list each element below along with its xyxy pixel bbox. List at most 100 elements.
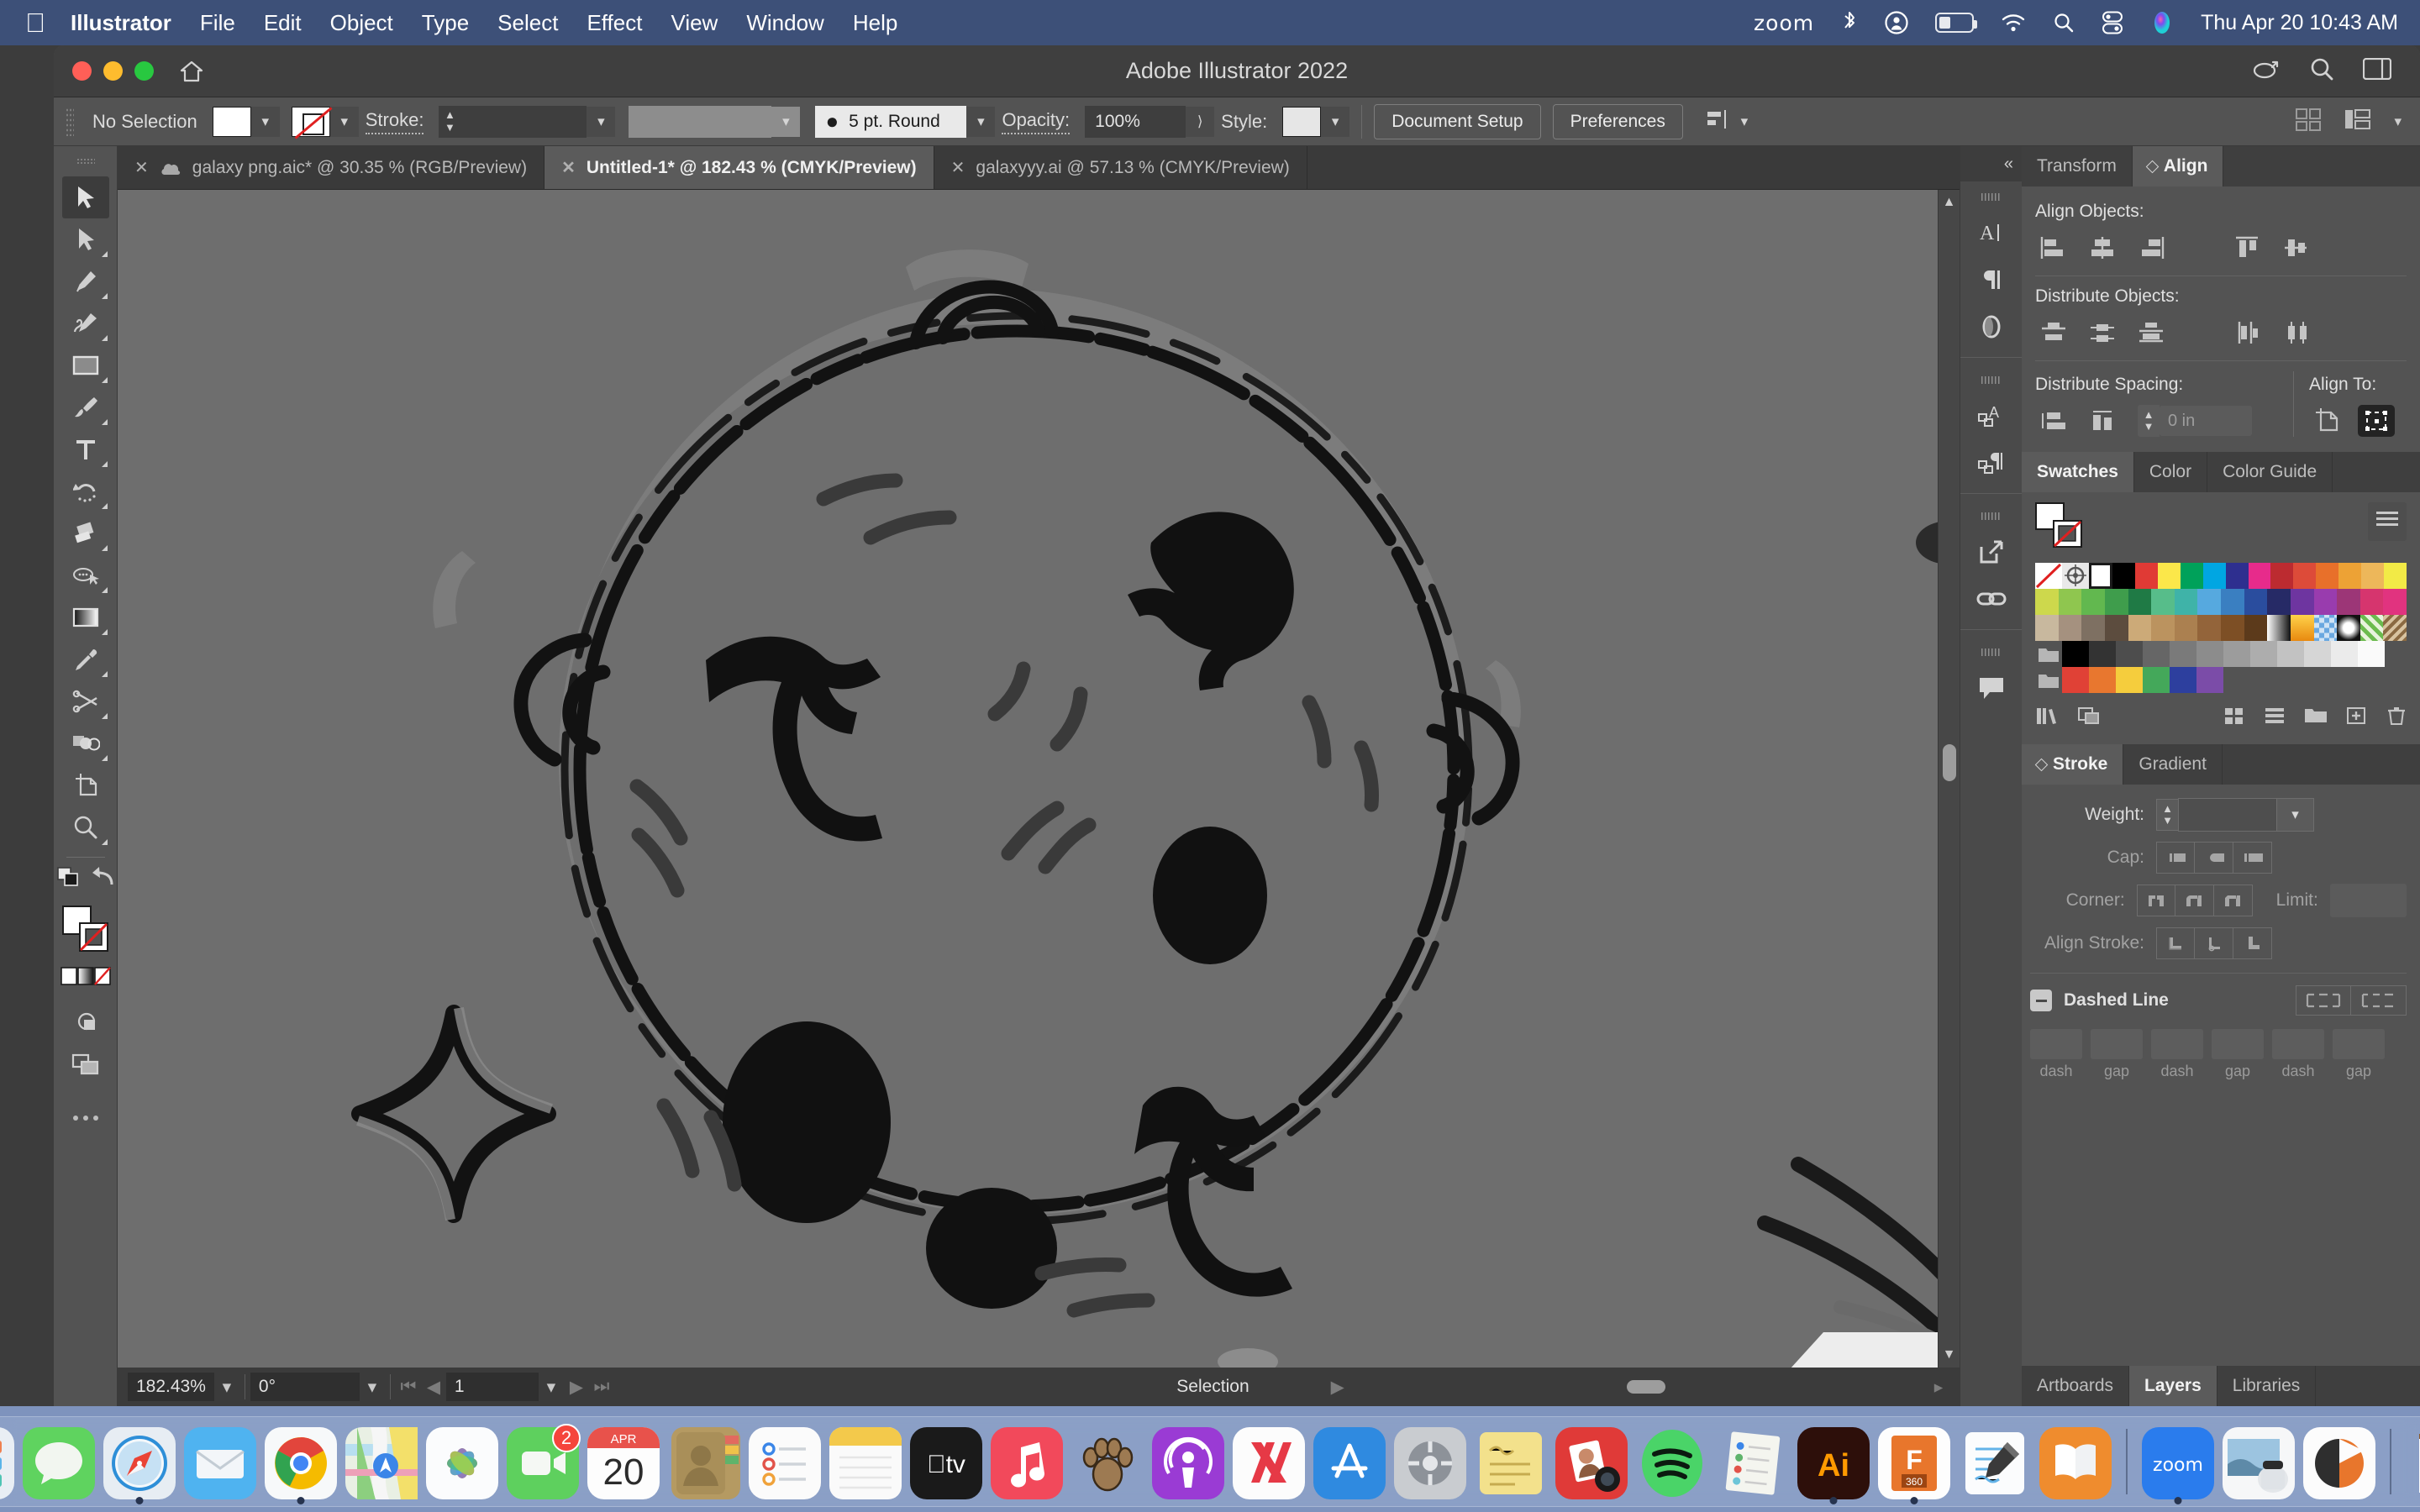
dock-item-appletv[interactable]: tv	[910, 1427, 982, 1499]
zoom-tool[interactable]	[62, 806, 109, 848]
dock-item-mail[interactable]	[184, 1427, 256, 1499]
swatch-color[interactable]	[2196, 667, 2223, 693]
bevel-join-icon[interactable]	[2213, 885, 2253, 916]
delete-swatch-icon[interactable]	[2386, 706, 2407, 730]
swatch-color[interactable]	[2293, 563, 2317, 589]
swatch-color[interactable]	[2104, 589, 2128, 615]
swatch-color[interactable]	[2250, 641, 2277, 667]
miter-join-icon[interactable]	[2136, 885, 2175, 916]
view-mode-icon[interactable]	[62, 1043, 109, 1085]
dock-item-photos[interactable]	[426, 1427, 498, 1499]
dock-item-calendar[interactable]: APR 20	[587, 1427, 660, 1499]
dash-preserve-icon[interactable]	[2296, 985, 2351, 1016]
character-panel-icon[interactable]: A	[1966, 209, 2017, 256]
arrange-documents-icon[interactable]	[2295, 107, 2322, 137]
swatch-color[interactable]	[2062, 667, 2089, 693]
menu-object[interactable]: Object	[330, 10, 393, 36]
align-vertical-center-icon[interactable]	[2277, 232, 2314, 264]
canvas-vertical-scrollbar[interactable]: ▲ ▼	[1938, 190, 1960, 1368]
dock-item-appstore[interactable]	[1313, 1427, 1386, 1499]
rotate-tool[interactable]	[62, 470, 109, 512]
swatch-color[interactable]	[2143, 667, 2170, 693]
close-tab-icon[interactable]: ✕	[134, 157, 149, 178]
swatch-color[interactable]	[2089, 641, 2116, 667]
paragraph-styles-icon[interactable]	[1966, 439, 2017, 486]
swatch-color[interactable]	[2116, 667, 2143, 693]
workspace-layout-icon[interactable]	[2344, 108, 2372, 136]
dock-item-onedrive[interactable]	[2303, 1427, 2375, 1499]
dock-item-reminders[interactable]	[749, 1427, 821, 1499]
menu-window[interactable]: Window	[746, 10, 823, 36]
distribute-horizontal-left-icon[interactable]	[2228, 317, 2265, 349]
draw-mode-icon[interactable]	[62, 1001, 109, 1043]
swatch-color[interactable]	[2313, 589, 2338, 615]
swatch-color[interactable]	[2058, 615, 2082, 641]
tab-swatches[interactable]: Swatches	[2022, 452, 2134, 492]
stroke-weight-chevron-down-icon[interactable]: ▾	[587, 106, 616, 137]
menu-edit[interactable]: Edit	[264, 10, 302, 36]
swatch-color[interactable]	[2304, 641, 2331, 667]
dock-item-chrome[interactable]	[265, 1427, 337, 1504]
distribute-vertical-top-icon[interactable]	[2035, 317, 2072, 349]
lasso-tool[interactable]	[62, 554, 109, 596]
artboard-tool[interactable]	[62, 764, 109, 806]
rectangle-tool[interactable]	[62, 344, 109, 386]
swatch-color[interactable]	[2361, 563, 2385, 589]
control-center-icon[interactable]	[2102, 11, 2123, 34]
eyedropper-tool[interactable]	[62, 638, 109, 680]
home-icon[interactable]	[179, 59, 204, 84]
spacing-value-field[interactable]: 0 in	[2160, 406, 2252, 436]
swatch-color[interactable]	[2062, 641, 2089, 667]
artboard-chevron-down-icon[interactable]: ▾	[539, 1377, 564, 1398]
align-stroke-inside-icon[interactable]	[2195, 927, 2233, 959]
swatch-color[interactable]	[2197, 589, 2221, 615]
align-horizontal-center-icon[interactable]	[2084, 232, 2121, 264]
swatch-color[interactable]	[2081, 589, 2105, 615]
next-artboard-icon[interactable]: ▶	[564, 1377, 589, 1398]
swatch-libraries-icon[interactable]	[2035, 705, 2059, 731]
distribute-spacing-vertical-icon[interactable]	[2035, 405, 2072, 437]
artboard-canvas[interactable]	[118, 190, 1938, 1368]
swatch-gradient-orange[interactable]	[2290, 615, 2314, 641]
swatch-color[interactable]	[2358, 641, 2385, 667]
opacity-label[interactable]: Opacity:	[1002, 109, 1071, 134]
type-tool[interactable]	[62, 428, 109, 470]
dock-item-facetime[interactable]: 2	[507, 1424, 581, 1499]
opacity-expand-icon[interactable]: ⟩	[1186, 106, 1215, 137]
document-tab-galaxyyy[interactable]: ✕ galaxyyy.ai @ 57.13 % (CMYK/Preview)	[934, 146, 1307, 189]
list-view-icon[interactable]	[2264, 706, 2286, 730]
battery-icon[interactable]	[1935, 13, 1978, 33]
zoom-menu-item[interactable]: zoom	[1754, 11, 1814, 35]
dock-item-zoom[interactable]: zoom	[2142, 1427, 2214, 1504]
gap-field-1[interactable]	[2091, 1029, 2143, 1059]
dash-field-2[interactable]	[2151, 1029, 2203, 1059]
weight-chevron-down-icon[interactable]: ▾	[2277, 798, 2314, 832]
tab-gradient[interactable]: Gradient	[2123, 744, 2223, 785]
swatch-color[interactable]	[2290, 589, 2314, 615]
spotlight-search-icon[interactable]	[2053, 12, 2075, 34]
graphic-style-swatch[interactable]	[1282, 106, 1322, 137]
dock-item-bear[interactable]	[1071, 1427, 1144, 1499]
shape-builder-tool[interactable]	[62, 512, 109, 554]
wifi-icon[interactable]	[2001, 13, 2026, 33]
swatch-color[interactable]	[2384, 563, 2407, 589]
new-swatch-icon[interactable]	[2346, 706, 2368, 730]
swatch-color[interactable]	[2035, 589, 2059, 615]
swatch-white[interactable]	[2089, 563, 2112, 589]
swatch-pattern-green[interactable]	[2360, 615, 2384, 641]
swatch-color[interactable]	[2174, 589, 2198, 615]
limit-field[interactable]	[2329, 884, 2407, 917]
tab-layers[interactable]: Layers	[2129, 1366, 2217, 1406]
more-tools-ellipsis-icon[interactable]	[62, 1097, 109, 1139]
swatch-color[interactable]	[2225, 563, 2249, 589]
maximize-window-button[interactable]	[134, 61, 154, 81]
swatch-color[interactable]	[2081, 615, 2105, 641]
menu-illustrator[interactable]: Illustrator	[71, 10, 171, 36]
prev-artboard-icon[interactable]: ◀	[421, 1377, 446, 1398]
align-left-icon[interactable]	[2035, 232, 2072, 264]
rail-gripper-2[interactable]	[1981, 376, 2002, 384]
swatch-color[interactable]	[2337, 589, 2360, 615]
color-gradient-none-icon[interactable]	[60, 967, 111, 990]
swatch-color[interactable]	[2180, 563, 2203, 589]
dock-item-books[interactable]	[2039, 1427, 2112, 1499]
